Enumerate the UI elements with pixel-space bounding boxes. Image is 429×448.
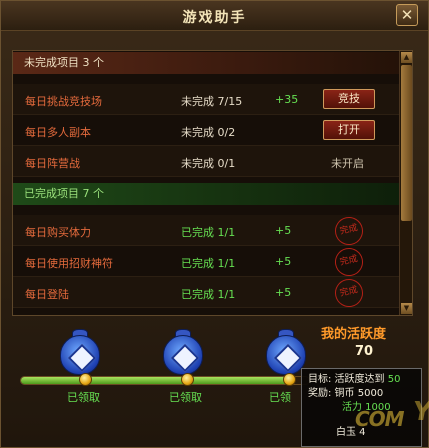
tooltip-target-value: 50 bbox=[387, 374, 401, 385]
activity-progress-fill bbox=[21, 377, 289, 384]
milestone-label: 已领取 bbox=[169, 391, 202, 404]
task-reward: +5 bbox=[275, 286, 292, 299]
task-reward: +35 bbox=[275, 93, 299, 106]
watermark-text: COM bbox=[355, 407, 405, 431]
task-row: 每日登陆 已完成 1/1 +5 完成 bbox=[13, 276, 399, 310]
task-name: 每日阵营战 bbox=[25, 157, 80, 170]
complete-section-header[interactable]: 已完成项目 7 个 bbox=[13, 183, 399, 205]
tooltip-reward-line: 奖励: 铜币 5000 bbox=[308, 388, 384, 399]
task-status: 已完成 1/1 bbox=[181, 226, 236, 239]
scroll-thumb[interactable] bbox=[401, 65, 412, 221]
milestone-label: 已领取 bbox=[67, 391, 100, 404]
task-name: 每日使用招财神符 bbox=[25, 257, 113, 270]
watermark-logo: Y bbox=[413, 397, 429, 427]
task-name: 每日挑战竞技场 bbox=[25, 95, 102, 108]
task-name: 每日购买体力 bbox=[25, 226, 91, 239]
scroll-up-arrow-icon[interactable]: ▲ bbox=[401, 52, 412, 63]
task-list-panel: 未完成项目 3 个 每日挑战竞技场 未完成 7/15 +35 竞技 每日多人副本… bbox=[12, 50, 413, 316]
completed-stamp: 完成 bbox=[332, 214, 366, 248]
scroll-down-arrow-icon[interactable]: ▼ bbox=[401, 303, 412, 314]
task-row: 每日多人副本 未完成 0/2 打开 bbox=[13, 115, 399, 146]
completed-stamp: 完成 bbox=[332, 276, 366, 310]
task-row: 每日使用招财神符 已完成 1/1 +5 完成 bbox=[13, 245, 399, 279]
reward-bag-icon[interactable] bbox=[266, 335, 306, 375]
activity-progress-bar bbox=[20, 376, 310, 385]
title-bar: 游戏助手 ✕ bbox=[1, 1, 428, 31]
milestone-dot-icon bbox=[283, 373, 296, 386]
open-button[interactable]: 打开 bbox=[323, 120, 375, 140]
task-name: 每日登陆 bbox=[25, 288, 69, 301]
incomplete-section-header[interactable]: 未完成项目 3 个 bbox=[13, 52, 399, 74]
task-row: 每日阵营战 未完成 0/1 未开启 bbox=[13, 146, 399, 177]
milestone-label: 已领 bbox=[269, 391, 291, 404]
task-name: 每日多人副本 bbox=[25, 126, 91, 139]
task-reward: +5 bbox=[275, 224, 292, 237]
completed-stamp: 完成 bbox=[332, 245, 366, 279]
task-status: 已完成 1/1 bbox=[181, 288, 236, 301]
task-status: 未完成 0/2 bbox=[181, 126, 236, 139]
game-assistant-window: 游戏助手 ✕ 未完成项目 3 个 每日挑战竞技场 未完成 7/15 +35 竞技… bbox=[0, 0, 429, 448]
task-reward: +5 bbox=[275, 255, 292, 268]
window-title: 游戏助手 bbox=[182, 10, 247, 26]
activity-value: 70 bbox=[354, 344, 374, 359]
tooltip-target-text: 目标: 活跃度达到 bbox=[308, 374, 385, 385]
close-button[interactable]: ✕ bbox=[396, 4, 418, 26]
task-list-scrollbar[interactable]: ▲ ▼ bbox=[399, 51, 412, 315]
task-list: 未完成项目 3 个 每日挑战竞技场 未完成 7/15 +35 竞技 每日多人副本… bbox=[13, 51, 399, 315]
task-status: 已完成 1/1 bbox=[181, 257, 236, 270]
milestone-dot-icon bbox=[181, 373, 194, 386]
arena-button[interactable]: 竞技 bbox=[323, 89, 375, 109]
not-open-label: 未开启 bbox=[331, 157, 364, 170]
task-row: 每日购买体力 已完成 1/1 +5 完成 bbox=[13, 214, 399, 248]
task-status: 未完成 7/15 bbox=[181, 95, 243, 108]
milestone-dot-icon bbox=[79, 373, 92, 386]
activity-label: 我的活跃度 bbox=[321, 327, 387, 342]
task-row: 每日挑战竞技场 未完成 7/15 +35 竞技 bbox=[13, 84, 399, 115]
reward-bag-icon[interactable] bbox=[163, 335, 203, 375]
task-status: 未完成 0/1 bbox=[181, 157, 236, 170]
tooltip-target-line: 目标: 活跃度达到 50 bbox=[308, 373, 415, 387]
reward-bag-icon[interactable] bbox=[60, 335, 100, 375]
